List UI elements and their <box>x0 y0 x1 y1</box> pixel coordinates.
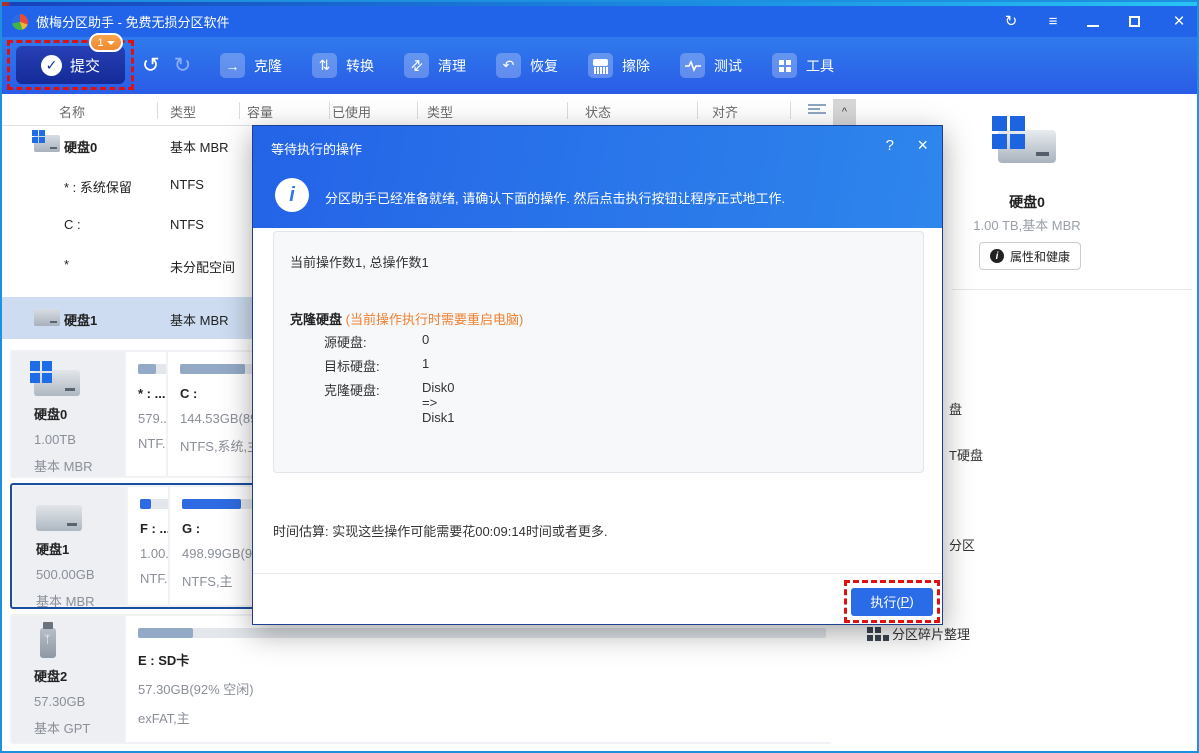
partition-table-header: 名称 类型 容量 已使用 类型 状态 对齐 <box>2 94 862 126</box>
selected-disk-icon <box>998 130 1056 163</box>
operations-list-box: 当前操作数1, 总操作数1 克隆硬盘 (当前操作执行时需要重启电脑) 源硬盘:0… <box>273 231 924 473</box>
maximize-button[interactable] <box>1129 16 1145 27</box>
col-align[interactable]: 对齐 <box>712 102 738 121</box>
detail-row: 源硬盘:0 <box>324 332 367 351</box>
col-type1[interactable]: 类型 <box>170 102 196 121</box>
close-button[interactable]: × <box>1171 12 1187 31</box>
pending-operations-dialog: 等待执行的操作 ? × i 分区助手已经准备就绪, 请确认下面的操作. 然后点击… <box>252 125 943 625</box>
submit-label: 提交 <box>70 55 100 76</box>
disk0-icon <box>34 135 60 152</box>
menu-icon[interactable]: ≡ <box>1045 14 1061 29</box>
erase-icon <box>588 53 613 78</box>
minimize-button[interactable] <box>1087 17 1103 27</box>
table-row[interactable]: 硬盘0 基本 MBR <box>2 126 252 164</box>
help-icon[interactable]: ? <box>886 137 894 154</box>
table-row-selected[interactable]: 硬盘1 基本 MBR <box>2 297 252 339</box>
col-name[interactable]: 名称 <box>59 102 85 121</box>
properties-health-button[interactable]: i 属性和健康 <box>979 242 1081 270</box>
partition-tile[interactable]: * : ... 579... NTF... <box>126 352 166 476</box>
title-bar: 傲梅分区助手 - 免费无损分区软件 ↻ ≡ × <box>2 6 1197 37</box>
window-title: 傲梅分区助手 - 免费无损分区软件 <box>36 12 230 31</box>
time-estimate: 时间估算: 实现这些操作可能需要花00:09:14时间或者更多. <box>273 521 607 540</box>
dialog-title: 等待执行的操作 <box>271 139 362 158</box>
disk2-card[interactable]: 硬盘2 57.30GB 基本 GPT E : SD卡 57.30GB(92% 空… <box>10 614 832 744</box>
footer-divider <box>253 573 942 574</box>
defrag-icon <box>867 627 873 633</box>
disk0-icon <box>34 370 80 396</box>
operation-title: 克隆硬盘 <box>290 312 342 327</box>
disk1-icon <box>36 505 82 531</box>
app-logo-icon <box>12 14 28 30</box>
erase-button[interactable]: 擦除 <box>588 53 650 78</box>
tools-button[interactable]: 工具 <box>772 53 834 78</box>
table-row[interactable]: * 未分配空间 <box>2 246 252 284</box>
operations-summary: 当前操作数1, 总操作数1 <box>290 252 429 271</box>
partition-tile[interactable]: E : SD卡 57.30GB(92% 空闲) exFAT,主 <box>126 616 836 742</box>
col-capacity[interactable]: 容量 <box>247 102 273 121</box>
submit-highlight-box: ✓ 提交 1 <box>7 40 134 90</box>
menu-item-fragment[interactable]: T硬盘 <box>949 445 983 464</box>
redo-button[interactable]: ↻ <box>174 53 192 78</box>
chevron-down-icon <box>107 41 115 45</box>
right-panel-disk-info: 1.00 TB,基本 MBR <box>952 215 1102 234</box>
dialog-info-text: 分区助手已经准备就绪, 请确认下面的操作. 然后点击执行按钮让程序正式地工作. <box>325 188 785 207</box>
pending-ops-badge[interactable]: 1 <box>89 33 123 52</box>
col-used[interactable]: 已使用 <box>332 102 371 121</box>
info-icon: i <box>990 249 1004 263</box>
test-button[interactable]: 测试 <box>680 53 742 78</box>
menu-item-fragment[interactable]: 分区 <box>949 535 975 554</box>
recover-icon: ↶ <box>496 53 521 78</box>
info-circle-icon: i <box>275 178 309 212</box>
clone-button[interactable]: → 克隆 <box>220 53 282 78</box>
detail-row: 克隆硬盘:Disk0 => Disk1 <box>324 380 380 399</box>
tools-icon <box>772 53 797 78</box>
check-icon: ✓ <box>41 55 62 76</box>
recover-button[interactable]: ↶ 恢复 <box>496 53 558 78</box>
convert-icon: ⇅ <box>312 53 337 78</box>
convert-button[interactable]: ⇅ 转换 <box>312 53 374 78</box>
operation-warning: (当前操作执行时需要重启电脑) <box>346 312 524 327</box>
clean-icon: ⇄ <box>404 53 429 78</box>
col-type2[interactable]: 类型 <box>427 102 453 121</box>
execute-button[interactable]: 执行(P) <box>851 588 933 616</box>
table-row[interactable]: C : NTFS <box>2 206 252 244</box>
menu-item-fragment[interactable]: 盘 <box>949 399 962 418</box>
clone-icon: → <box>220 53 245 78</box>
partition-tile[interactable]: F : ... 1.00... NTF... <box>128 487 168 605</box>
app-window: 傲梅分区助手 - 免费无损分区软件 ↻ ≡ × ✓ 提交 1 ↺ ↻ → <box>0 0 1199 753</box>
undo-button[interactable]: ↺ <box>142 53 160 78</box>
disk1-icon <box>34 309 60 326</box>
menu-item-defrag[interactable]: 分区碎片整理 <box>892 624 970 643</box>
dialog-close-icon[interactable]: × <box>917 135 928 156</box>
usb-disk-icon <box>40 628 56 658</box>
right-panel-divider <box>952 289 1192 290</box>
clean-button[interactable]: ⇄ 清理 <box>404 53 466 78</box>
execute-highlight-box: 执行(P) <box>844 580 940 623</box>
right-panel-disk-name: 硬盘0 <box>952 192 1102 212</box>
scrollbar-up-arrow[interactable]: ^ <box>833 99 856 125</box>
refresh-icon[interactable]: ↻ <box>1003 14 1019 29</box>
toolbar: ✓ 提交 1 ↺ ↻ → 克隆 ⇅ 转换 ⇄ 清理 <box>2 37 1197 94</box>
columns-settings-icon[interactable] <box>808 104 826 116</box>
detail-row: 目标硬盘:1 <box>324 356 380 375</box>
table-row[interactable]: * : 系统保留 NTFS <box>2 166 252 204</box>
col-status[interactable]: 状态 <box>585 102 611 121</box>
dialog-header: 等待执行的操作 ? × i 分区助手已经准备就绪, 请确认下面的操作. 然后点击… <box>253 126 942 228</box>
test-icon <box>680 53 705 78</box>
